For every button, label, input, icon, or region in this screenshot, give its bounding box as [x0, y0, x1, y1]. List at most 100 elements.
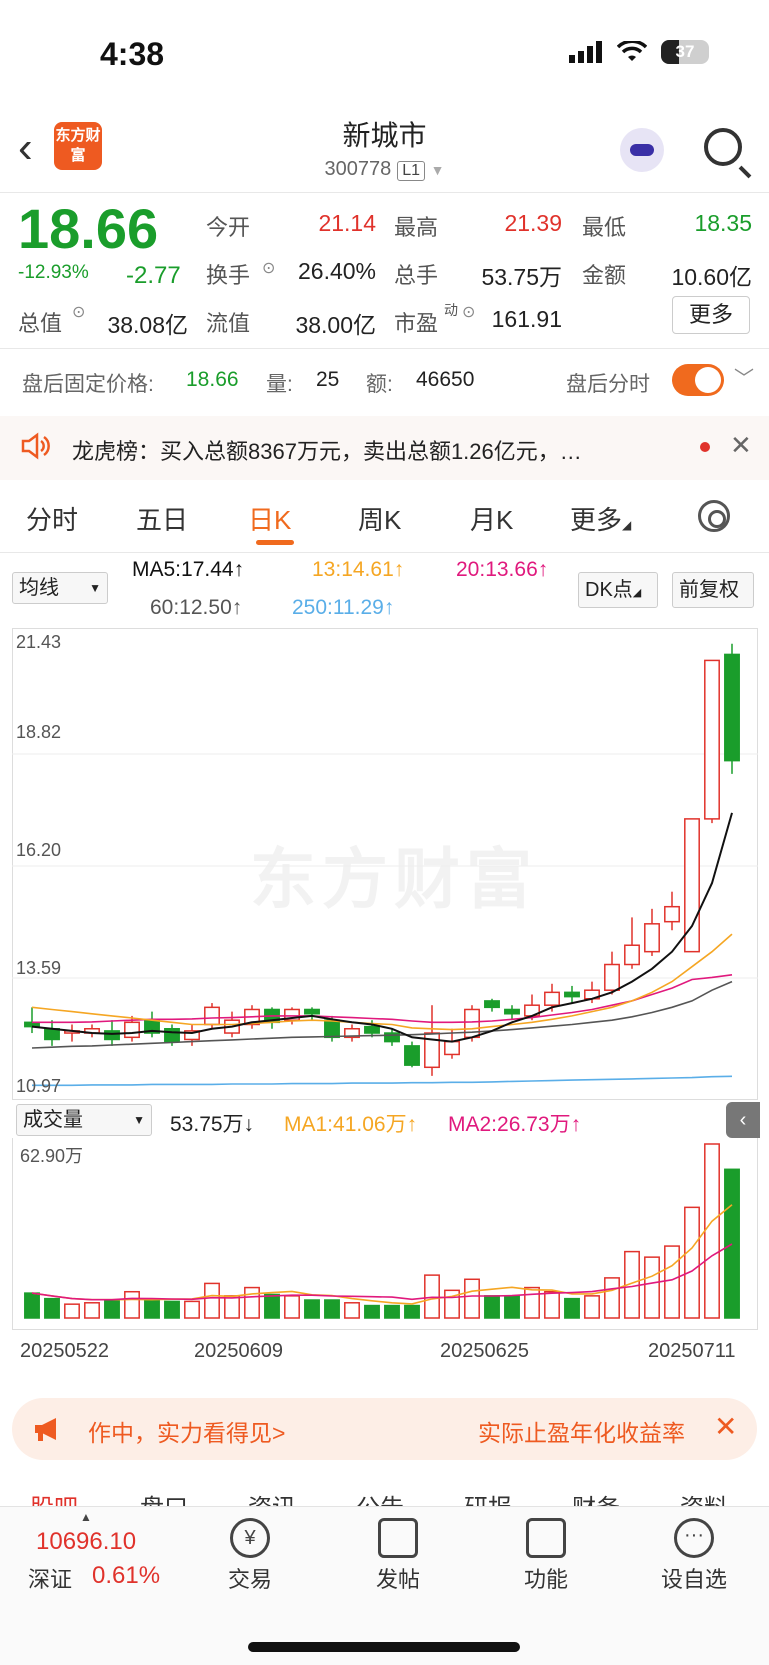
candle-body — [304, 1008, 320, 1015]
candle-body — [564, 991, 580, 998]
more-dots-icon[interactable]: ··· — [674, 1518, 714, 1558]
collapse-panel-button[interactable]: ‹ — [726, 1102, 760, 1138]
index-change[interactable]: 0.61% — [92, 1562, 160, 1590]
subnav-item[interactable]: 公告 — [356, 1488, 404, 1506]
toolbar-post[interactable]: 发帖 — [358, 1562, 438, 1594]
tab-monthly-k[interactable]: 月K — [470, 500, 513, 537]
index-value[interactable]: 10696.10 — [36, 1528, 136, 1556]
candle-body — [704, 659, 720, 820]
x-date-label: 20250609 — [194, 1340, 283, 1362]
after-hours-amt: 46650 — [416, 368, 475, 391]
candle-body — [324, 1019, 340, 1039]
change-percent: -12.93% — [18, 262, 89, 283]
volume-bar — [464, 1278, 480, 1319]
status-time: 4:38 — [100, 36, 165, 72]
volume-bar — [64, 1303, 80, 1319]
volume-bar — [384, 1304, 400, 1319]
tab-daily-k[interactable]: 日K — [248, 500, 291, 537]
toolbar-functions[interactable]: 功能 — [506, 1562, 586, 1594]
volume-bar — [484, 1295, 500, 1319]
ma13-value: 13:14.61↑ — [312, 558, 405, 581]
gear-icon[interactable] — [698, 500, 730, 532]
change-amount: -2.77 — [126, 262, 181, 289]
divider — [0, 192, 769, 193]
caret-up-icon: ▲ — [80, 1510, 92, 1524]
subnav-item[interactable]: 股吧 — [30, 1488, 78, 1506]
subnav-item[interactable]: 财务 — [572, 1488, 620, 1506]
chevron-down-icon[interactable]: ﹀ — [734, 362, 754, 391]
toolbar-trade[interactable]: 交易 — [210, 1562, 290, 1594]
volume-label: 总手 — [394, 263, 439, 288]
volume-bar — [544, 1290, 560, 1319]
volume-bar — [24, 1292, 40, 1319]
dk-select[interactable]: DK点◢ — [578, 572, 658, 608]
index-name[interactable]: 深证 — [28, 1562, 72, 1594]
after-hours-price-label: 盘后固定价格: — [22, 373, 154, 396]
toolbar-watchlist[interactable]: 设自选 — [654, 1562, 734, 1594]
after-hours-price: 18.66 — [186, 368, 239, 391]
ma5-line — [31, 812, 733, 1043]
volume-select[interactable]: 成交量 ▼ — [16, 1104, 152, 1136]
volume-bar — [344, 1302, 360, 1319]
last-price: 18.66 — [18, 197, 159, 260]
subnav-item[interactable]: 资料 — [680, 1488, 728, 1506]
tab-intraday[interactable]: 分时 — [26, 500, 78, 537]
volume-bar — [584, 1295, 600, 1319]
assistant-robot-icon[interactable] — [620, 128, 664, 172]
status-icons: 37 — [569, 40, 709, 64]
subnav-item[interactable]: 资讯 — [248, 1488, 296, 1506]
candle-body — [444, 1040, 460, 1056]
volume-bar — [604, 1277, 620, 1319]
volume-chart[interactable] — [12, 1138, 758, 1330]
close-icon[interactable]: ✕ — [730, 430, 752, 461]
subnav-item[interactable]: 盘口 — [140, 1488, 188, 1506]
tab-five-day[interactable]: 五日 — [136, 500, 188, 537]
divider — [0, 552, 769, 553]
volume-bar — [404, 1304, 420, 1319]
candle-body — [44, 1028, 60, 1041]
volume-bar — [284, 1295, 300, 1319]
x-date-label: 20250625 — [440, 1340, 529, 1362]
wifi-icon — [617, 41, 647, 61]
volume-bar — [524, 1286, 540, 1319]
notice-text[interactable]: 龙虎榜：买入总额8367万元，卖出总额1.26亿元，… — [72, 434, 582, 466]
close-icon[interactable]: ✕ — [714, 1410, 737, 1443]
y-tick-label: 13.59 — [16, 958, 62, 978]
subnav-item[interactable]: 研报 — [464, 1488, 512, 1506]
ma250-line — [32, 1075, 733, 1087]
adjust-button[interactable]: 前复权 — [672, 572, 754, 608]
volume-bar — [264, 1293, 280, 1319]
after-hours-toggle[interactable] — [672, 364, 724, 396]
compose-icon[interactable] — [378, 1518, 418, 1558]
volume-bar — [724, 1168, 740, 1319]
promo-text-right[interactable]: 实际止盈年化收益率 — [478, 1414, 685, 1448]
more-button[interactable]: 更多 — [672, 296, 750, 334]
volume-bar — [84, 1302, 100, 1319]
tab-weekly-k[interactable]: 周K — [358, 500, 401, 537]
trade-icon[interactable]: ¥ — [230, 1518, 270, 1558]
kline-chart[interactable] — [12, 628, 758, 1100]
tab-more[interactable]: 更多◢ — [570, 500, 631, 537]
candle-body — [664, 905, 680, 923]
info-icon[interactable]: ⊙ — [262, 258, 275, 278]
volume-current: 53.75万↓ — [170, 1113, 255, 1136]
grid-icon[interactable] — [526, 1518, 566, 1558]
candle-body — [204, 1006, 220, 1026]
candle-body — [484, 1000, 500, 1009]
volume-bar — [184, 1300, 200, 1319]
y-tick-label: 10.97 — [16, 1076, 62, 1096]
promo-text-left[interactable]: 作中，实力看得见> — [88, 1414, 285, 1448]
candle-body — [164, 1028, 180, 1043]
signal-icon — [569, 41, 602, 63]
ma-select[interactable]: 均线 ▼ — [12, 572, 108, 604]
candle-body — [644, 923, 660, 953]
low-label: 最低 — [582, 215, 627, 240]
after-hours-vol-label: 量: — [266, 373, 293, 396]
volume-value: 53.75万 — [481, 264, 562, 290]
volume-bar — [244, 1286, 260, 1319]
info-icon[interactable]: ⊙ — [462, 302, 475, 322]
candle-body — [544, 991, 560, 1006]
battery-icon: 37 — [661, 40, 709, 64]
search-icon[interactable] — [704, 128, 742, 166]
stock-code: 300778 — [324, 158, 392, 180]
